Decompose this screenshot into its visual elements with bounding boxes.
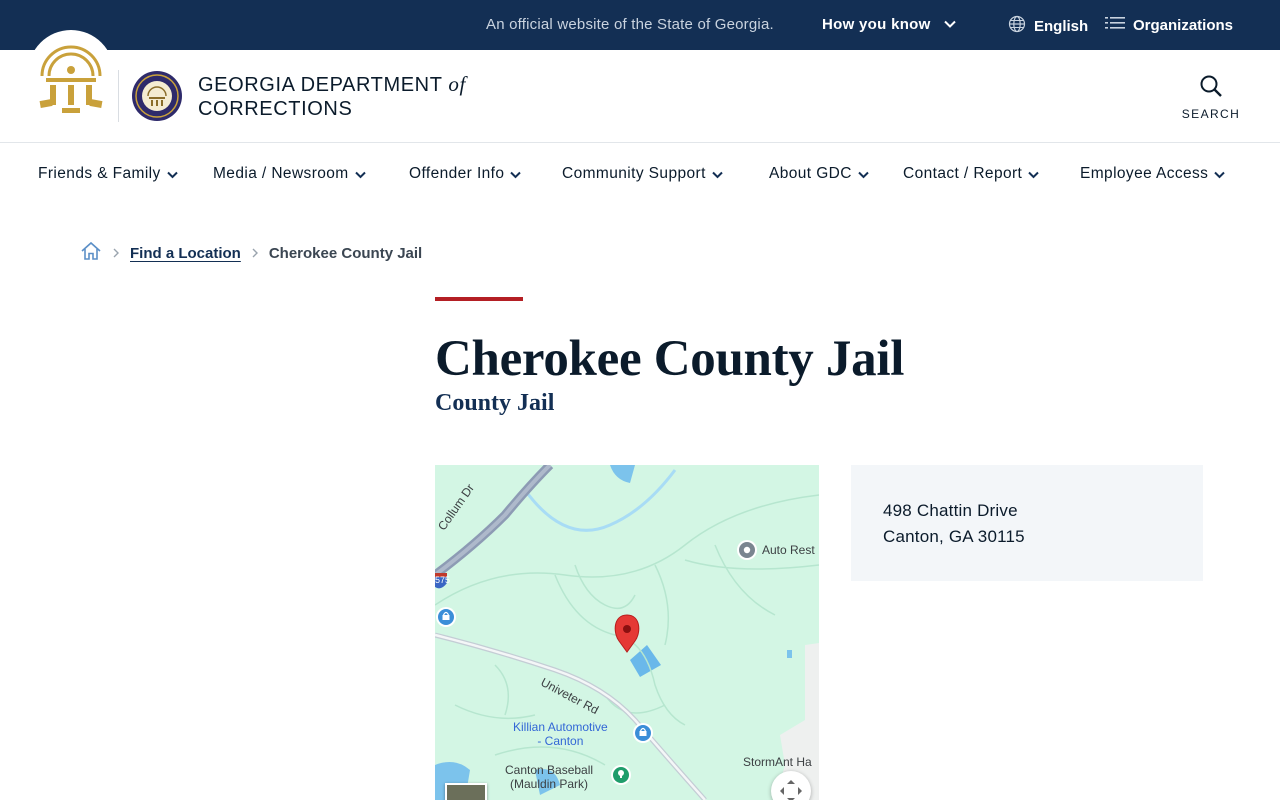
page-title: Cherokee County Jail [435,331,905,387]
street-view-thumbnail[interactable] [445,783,487,800]
address-line2: Canton, GA 30115 [883,527,1025,546]
map-label-auto-rest: Auto Rest [762,543,815,557]
address-card: 498 Chattin Drive Canton, GA 30115 [851,465,1203,581]
nav-label: Employee Access [1080,165,1209,182]
nav-label: Friends & Family [38,165,161,182]
brand-name[interactable]: GEORGIA DEPARTMENT of CORRECTIONS [198,72,466,121]
georgia-logo[interactable] [28,30,114,116]
location-marker-icon [614,614,640,653]
nav-offender-info[interactable]: Offender Info [409,165,522,183]
map-label-killian-automotive: Killian Automotive - Canton [513,720,608,748]
breadcrumb: Find a Location Cherokee County Jail [80,240,422,266]
map-label-interstate: 575 [435,575,451,585]
breadcrumb-current: Cherokee County Jail [268,244,423,262]
nav-label: About GDC [769,165,852,182]
nav-label: Media / Newsroom [213,165,349,182]
nav-about-gdc[interactable]: About GDC [769,165,869,183]
breadcrumb-find-location[interactable]: Find a Location [130,245,241,262]
search-button[interactable]: SEARCH [1176,74,1246,121]
poi-line: - Canton [537,734,584,748]
brand-line2: CORRECTIONS [198,98,353,120]
nav-label: Community Support [562,165,706,182]
brand-of: of [448,72,466,96]
nav-community-support[interactable]: Community Support [562,165,723,183]
map-label-canton-baseball: Canton Baseball (Mauldin Park) [505,763,593,791]
chevron-down-icon [510,171,522,179]
language-selector[interactable]: English [1008,15,1088,37]
nav-contact-report[interactable]: Contact / Report [903,165,1039,183]
home-icon[interactable] [80,241,102,265]
chevron-down-icon[interactable] [943,17,957,36]
organizations-button[interactable]: Organizations [1105,15,1233,35]
official-website-text: An official website of the State of Geor… [486,16,774,33]
language-label: English [1034,17,1089,35]
map-label-stormant: StormAnt Ha [743,755,812,769]
chevron-down-icon [712,171,723,179]
nav-employee-access[interactable]: Employee Access [1080,165,1226,183]
official-banner: An official website of the State of Geor… [0,0,1280,50]
nav-label: Contact / Report [903,165,1023,182]
location-map[interactable]: Collum Dr 575 Univeter Rd Auto Rest Kill… [435,465,819,800]
gdc-seal[interactable] [131,70,183,127]
organizations-label: Organizations [1133,16,1234,34]
map-canvas [435,465,819,800]
chevron-down-icon [858,171,869,179]
poi-line: (Mauldin Park) [510,777,589,791]
search-label: SEARCH [1181,107,1241,121]
search-icon [1200,75,1222,97]
chevron-down-icon [166,171,178,179]
chevron-right-icon [251,247,259,259]
gdc-seal-icon [132,71,182,121]
chevron-down-icon [354,171,366,179]
main-navigation: Friends & Family Media / Newsroom Offend… [0,143,1280,203]
georgia-arch-icon [39,45,103,113]
nav-friends-family[interactable]: Friends & Family [38,165,178,183]
address-line1: 498 Chattin Drive [883,501,1018,520]
chevron-right-icon [112,247,120,259]
site-header: GEORGIA DEPARTMENT of CORRECTIONS SEARCH [0,30,1280,143]
title-accent-bar [435,297,523,301]
list-icon [1105,15,1125,35]
poi-line: Canton Baseball [505,763,594,777]
fullscreen-icon [780,780,802,800]
chevron-down-icon [1028,171,1039,179]
nav-label: Offender Info [409,165,505,182]
logo-divider [118,70,119,122]
poi-line: Killian Automotive [513,720,608,734]
chevron-down-icon [1214,171,1226,179]
globe-icon [1008,15,1026,37]
page-subtitle: County Jail [435,390,555,416]
brand-line1: GEORGIA DEPARTMENT [198,74,443,96]
map-fullscreen-button[interactable] [771,771,811,800]
how-you-know-button[interactable]: How you know [822,16,931,33]
nav-media-newsroom[interactable]: Media / Newsroom [213,165,366,183]
